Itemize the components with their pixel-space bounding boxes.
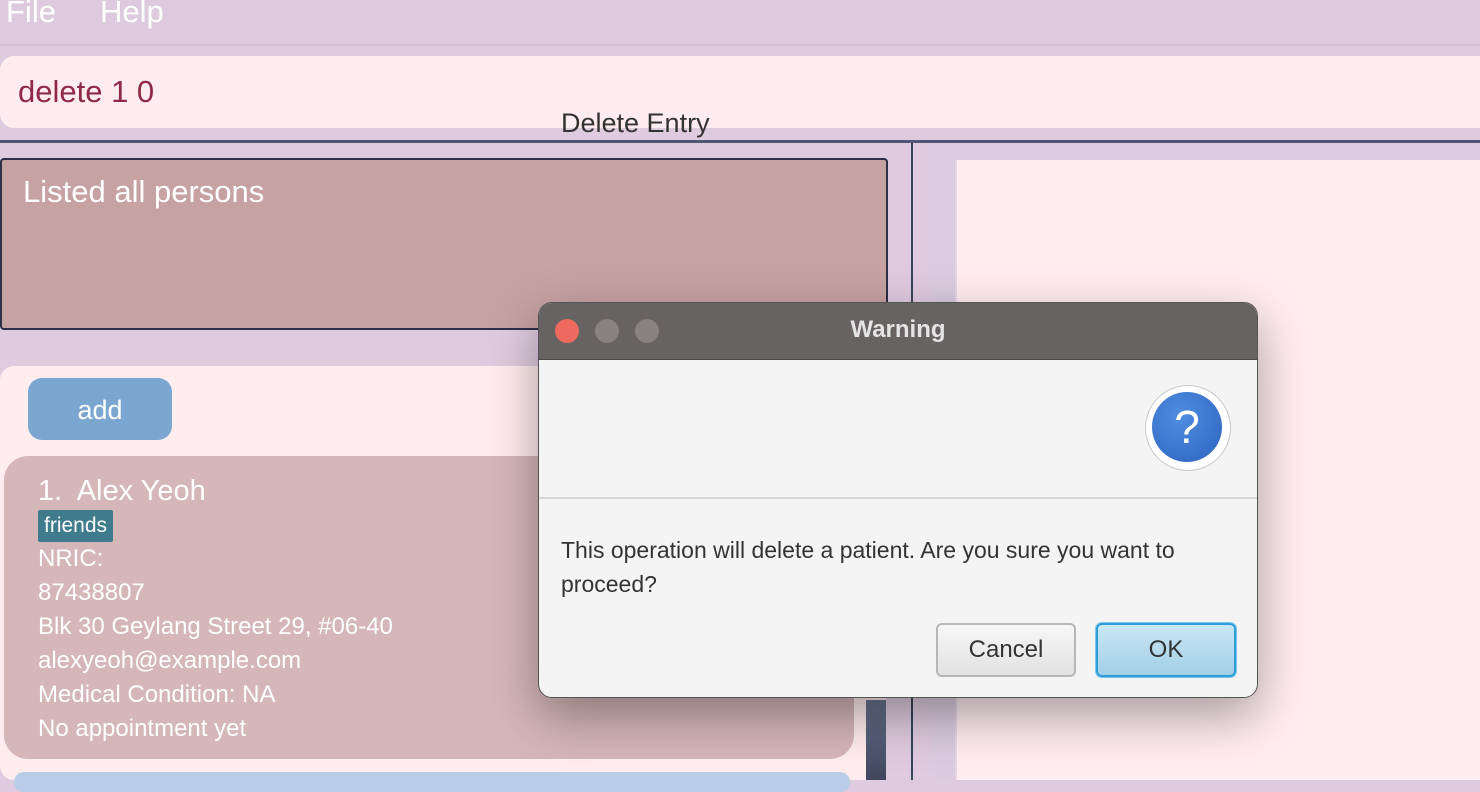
menu-bar: File Help xyxy=(0,0,1480,46)
person-condition: Medical Condition: NA xyxy=(38,681,276,708)
person-name: 1. Alex Yeoh xyxy=(38,475,206,508)
person-name-text: Alex Yeoh xyxy=(76,475,206,507)
question-icon: ? xyxy=(1152,392,1222,462)
dialog-message: This operation will delete a patient. Ar… xyxy=(561,537,1175,597)
ok-button[interactable]: OK xyxy=(1096,623,1236,677)
command-box[interactable] xyxy=(0,56,1480,128)
person-appointment: No appointment yet xyxy=(38,715,247,742)
menu-file[interactable]: File xyxy=(6,0,56,30)
list-scrollbar[interactable] xyxy=(866,700,886,780)
dialog-title: Warning xyxy=(850,316,946,343)
dialog-title-bar[interactable]: Warning xyxy=(539,303,1257,360)
dialog-header-text: Delete Entry xyxy=(561,108,710,138)
cancel-button[interactable]: Cancel xyxy=(936,623,1076,677)
command-input-text[interactable]: delete 1 0 xyxy=(18,74,154,110)
person-email: alexyeoh@example.com xyxy=(38,647,302,674)
person-address: Blk 30 Geylang Street 29, #06-40 xyxy=(38,613,393,640)
person-index: 1. xyxy=(38,475,63,507)
person-phone: 87438807 xyxy=(38,579,145,606)
add-button-label: add xyxy=(77,395,123,425)
add-button[interactable]: add xyxy=(28,378,172,440)
result-text: Listed all persons xyxy=(23,174,265,209)
person-tag: friends xyxy=(38,510,114,542)
menu-help[interactable]: Help xyxy=(100,0,164,30)
person-card-next[interactable] xyxy=(14,772,850,792)
person-nric: NRIC: xyxy=(38,545,104,572)
